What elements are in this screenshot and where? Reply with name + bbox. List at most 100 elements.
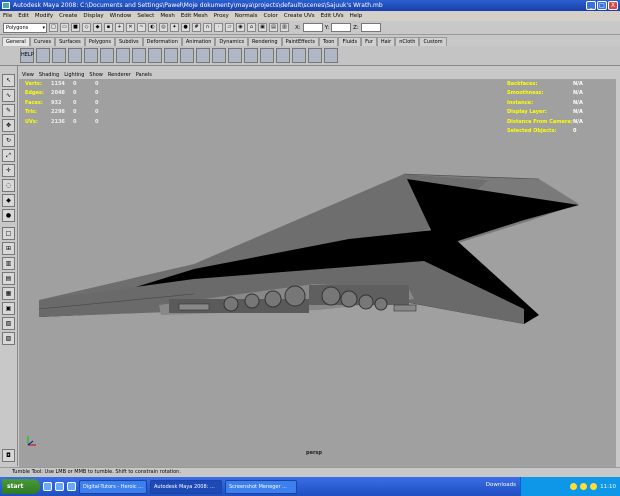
cylindrical-map-icon[interactable] [244,48,258,63]
mask-dynamics-icon[interactable]: ✦ [170,23,179,32]
menu-normals[interactable]: Normals [235,13,258,19]
taskbar-item-screenshot[interactable]: Screenshot Meneger ... [225,479,297,494]
scale-tool-icon[interactable]: ⤢ [2,149,15,162]
quick-launch-browser-icon[interactable] [55,482,64,491]
help-shelf-button[interactable]: HELP [20,48,34,63]
separate-icon[interactable] [148,48,162,63]
select-object-icon[interactable]: ◆ [93,23,102,32]
tab-fluids[interactable]: Fluids [338,37,362,46]
select-hierarchy-icon[interactable]: ◇ [82,23,91,32]
snap-point-icon[interactable]: · [214,23,223,32]
tab-general[interactable]: General [2,37,30,46]
tab-hair[interactable]: Hair [376,37,396,46]
mode-selector[interactable]: Polygons ▾ [3,22,47,33]
lasso-tool-icon[interactable]: ∿ [2,89,15,102]
layout-a-icon[interactable]: ▣ [2,302,15,315]
quick-launch-desktop-icon[interactable] [43,482,52,491]
spherical-map-icon[interactable] [260,48,274,63]
split-poly-icon[interactable] [36,48,50,63]
tab-rendering[interactable]: Rendering [248,37,282,46]
panel-menu-lighting[interactable]: Lighting [64,72,84,78]
menu-select[interactable]: Select [137,13,154,19]
mask-curves-icon[interactable]: ~ [137,23,146,32]
panel-menu-view[interactable]: View [22,72,34,78]
select-tool-icon[interactable]: ↖ [2,74,15,87]
soft-mod-icon[interactable]: ◌ [2,179,15,192]
sculpt-icon[interactable]: ● [2,209,15,222]
mask-handles-icon[interactable]: + [115,23,124,32]
append-icon[interactable] [100,48,114,63]
tab-deformation[interactable]: Deformation [142,37,182,46]
menu-help[interactable]: Help [350,13,363,19]
four-view-icon[interactable]: ⊞ [2,242,15,255]
tab-animation[interactable]: Animation [181,37,216,46]
tab-ncloth[interactable]: nCloth [395,37,420,46]
render-icon[interactable]: ▣ [258,23,267,32]
move-tool-icon[interactable]: ✥ [2,119,15,132]
layout-c-icon[interactable]: ▨ [2,332,15,345]
ipr-render-icon[interactable]: ▤ [269,23,278,32]
last-tool-icon[interactable]: ◆ [2,194,15,207]
x-field[interactable] [302,23,323,32]
menu-edit-uvs[interactable]: Edit UVs [321,13,344,19]
mask-rendering-icon[interactable]: ● [181,23,190,32]
merge-icon[interactable] [84,48,98,63]
menu-color[interactable]: Color [264,13,278,19]
save-scene-icon[interactable]: ■ [71,23,80,32]
panel-menu-shading[interactable]: Shading [39,72,59,78]
taskbar-item-maya[interactable]: Autodesk Maya 2008: ... [150,479,222,494]
new-scene-icon[interactable]: □ [49,23,58,32]
menu-proxy[interactable]: Proxy [214,13,229,19]
planar-map-icon[interactable] [228,48,242,63]
menu-window[interactable]: Window [110,13,132,19]
triangulate-icon[interactable] [180,48,194,63]
snap-view-plane-icon[interactable]: ▱ [225,23,234,32]
mask-joints-icon[interactable]: ✕ [126,23,135,32]
taskbar-item-digital-tutors[interactable]: Digital-Tutors - Heroic ... [79,479,147,494]
panel-menu-renderer[interactable]: Renderer [108,72,131,78]
select-component-icon[interactable]: ▪ [104,23,113,32]
tray-volume-icon[interactable] [580,483,588,490]
tab-fur[interactable]: Fur [361,37,377,46]
z-field[interactable] [360,23,381,32]
snap-grid-icon[interactable]: # [192,23,201,32]
menu-modify[interactable]: Modify [35,13,53,19]
extrude-icon[interactable] [52,48,66,63]
hypershade-icon[interactable]: ▦ [2,287,15,300]
minimize-button[interactable]: _ [586,1,596,10]
automatic-map-icon[interactable] [276,48,290,63]
y-field[interactable] [331,23,352,32]
tab-curves[interactable]: Curves [29,37,56,46]
combine-icon[interactable] [132,48,146,63]
uv-editor-icon[interactable] [212,48,226,63]
rotate-tool-icon[interactable]: ↻ [2,134,15,147]
start-button[interactable]: start [2,479,40,494]
menu-create[interactable]: Create [59,13,77,19]
mask-surfaces-icon[interactable]: ◐ [148,23,157,32]
bevel-icon[interactable] [68,48,82,63]
panel-menu-show[interactable]: Show [89,72,103,78]
snap-curve-icon[interactable]: ∩ [203,23,212,32]
menu-edit-mesh[interactable]: Edit Mesh [181,13,208,19]
persp-graph-icon[interactable]: ▤ [2,272,15,285]
render-settings-icon[interactable]: ▥ [280,23,289,32]
menu-file[interactable]: File [3,13,12,19]
paint-select-icon[interactable]: ✎ [2,104,15,117]
open-scene-icon[interactable]: ▭ [60,23,69,32]
make-live-icon[interactable]: ◉ [236,23,245,32]
persp-outliner-icon[interactable]: ▥ [2,257,15,270]
camera-icon[interactable]: ◘ [2,449,15,462]
tab-subdivs[interactable]: Subdivs [115,37,143,46]
menu-create-uvs[interactable]: Create UVs [284,13,315,19]
harden-edge-icon[interactable] [324,48,338,63]
soften-edge-icon[interactable] [308,48,322,63]
panel-menu-panels[interactable]: Panels [136,72,152,78]
tab-toon[interactable]: Toon [318,37,339,46]
mask-deformations-icon[interactable]: ◎ [159,23,168,32]
smooth-icon[interactable] [116,48,130,63]
menu-edit[interactable]: Edit [18,13,29,19]
tray-network-icon[interactable] [570,483,578,490]
perspective-viewport[interactable]: Verts: 1154 0 0 Edges: 2048 0 0 Faces: 932 0 0 Tr… [19,79,616,467]
tab-dynamics[interactable]: Dynamics [215,37,249,46]
normal-icon[interactable] [292,48,306,63]
